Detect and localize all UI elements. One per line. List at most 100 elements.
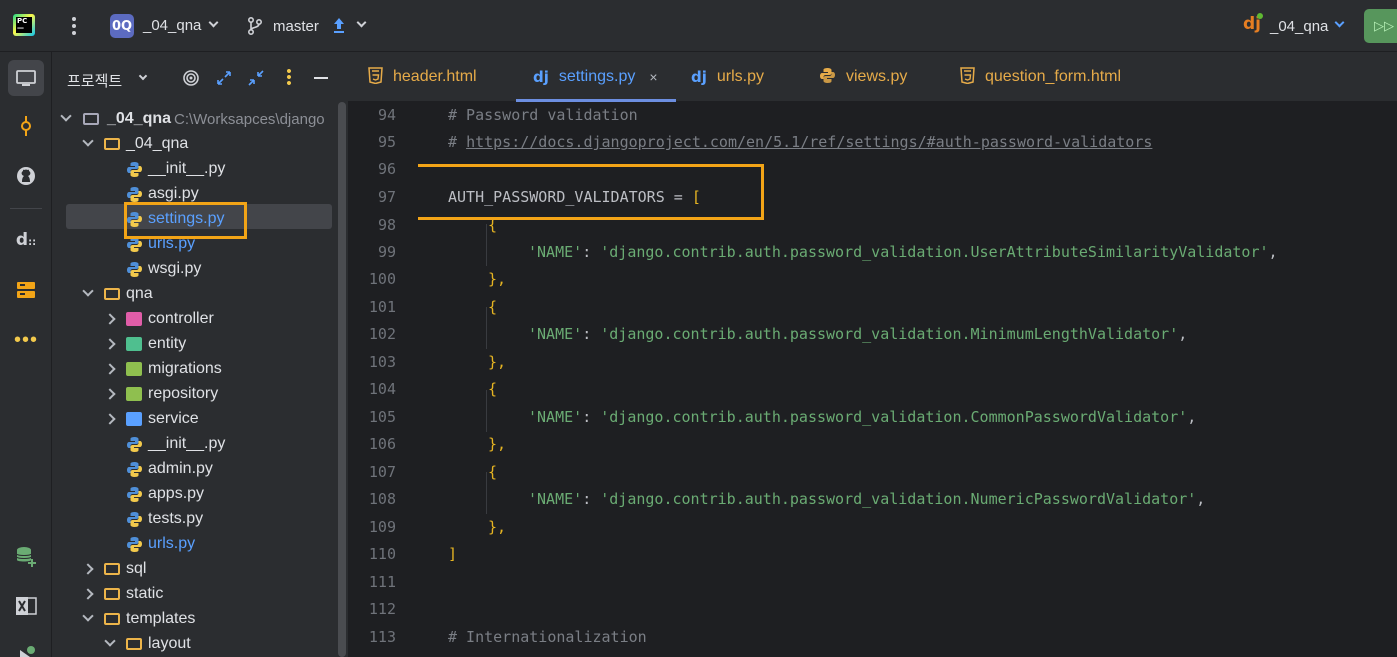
chevron-down-icon[interactable] bbox=[82, 285, 94, 297]
main-menu-icon[interactable] bbox=[66, 14, 82, 38]
chevron-right-icon[interactable] bbox=[82, 588, 94, 600]
tab-views-py[interactable]: views.py bbox=[819, 52, 907, 102]
code-line-94: # Password validation bbox=[448, 106, 638, 124]
indent-guide bbox=[486, 307, 487, 349]
tree-item[interactable]: repository bbox=[52, 382, 332, 407]
pycharm-logo-icon[interactable]: PC — bbox=[13, 14, 35, 36]
code-line-108: 'NAME': 'django.contrib.auth.password_va… bbox=[528, 490, 1206, 508]
chevron-down-icon[interactable] bbox=[1334, 17, 1345, 28]
tab-label: views.py bbox=[846, 68, 908, 85]
code-line-101: { bbox=[488, 298, 498, 316]
database-icon[interactable] bbox=[8, 538, 44, 574]
github-icon[interactable] bbox=[8, 158, 44, 194]
chevron-down-icon[interactable] bbox=[208, 17, 219, 28]
editor-tabs: header.html dj settings.py × dj urls.py … bbox=[348, 52, 1397, 102]
highlight-box bbox=[418, 164, 764, 220]
hide-panel-icon[interactable] bbox=[311, 68, 331, 88]
expand-all-icon[interactable] bbox=[214, 68, 234, 88]
tree-item[interactable]: migrations bbox=[52, 357, 332, 382]
tree-item[interactable]: tests.py bbox=[52, 507, 332, 532]
django-structure-icon[interactable]: d:: bbox=[8, 222, 44, 258]
tree-root[interactable]: _04_qna C:\Worksapces\django bbox=[52, 107, 348, 132]
tree-item-label: static bbox=[126, 585, 164, 602]
tree-item[interactable]: admin.py bbox=[52, 457, 332, 482]
run-icon[interactable] bbox=[8, 636, 44, 657]
chevron-down-icon[interactable] bbox=[82, 610, 94, 622]
divider bbox=[10, 208, 42, 209]
tree-item[interactable]: layout bbox=[52, 632, 332, 657]
folder-icon bbox=[83, 113, 99, 125]
python-file-icon bbox=[126, 511, 143, 528]
tree-item[interactable]: urls.py bbox=[52, 532, 332, 557]
tree-item[interactable]: entity bbox=[52, 332, 332, 357]
code-line-104: { bbox=[488, 380, 498, 398]
tree-item-label: layout bbox=[148, 635, 191, 652]
structure-icon[interactable] bbox=[8, 272, 44, 308]
tree-item[interactable]: static bbox=[52, 582, 332, 607]
close-icon[interactable]: × bbox=[649, 69, 657, 85]
run-config-selector[interactable]: _04_qna bbox=[1270, 18, 1328, 35]
highlight-box bbox=[124, 202, 247, 239]
chevron-down-icon[interactable] bbox=[104, 635, 116, 647]
chevron-right-icon[interactable] bbox=[82, 563, 94, 575]
line-number: 101 bbox=[368, 298, 396, 316]
package-icon bbox=[126, 337, 142, 351]
branch-selector[interactable]: master bbox=[273, 18, 319, 35]
folder-icon bbox=[104, 613, 120, 625]
tree-item[interactable]: templates bbox=[52, 607, 332, 632]
folder-icon bbox=[104, 588, 120, 600]
tree-item[interactable]: _04_qna bbox=[52, 132, 332, 157]
tree-item[interactable]: service bbox=[52, 407, 332, 432]
project-selector[interactable]: _04_qna bbox=[143, 17, 201, 34]
tree-item[interactable]: wsgi.py bbox=[52, 257, 332, 282]
chevron-right-icon[interactable] bbox=[104, 388, 116, 400]
line-number: 95 bbox=[377, 133, 396, 151]
chevron-down-icon[interactable] bbox=[138, 71, 148, 81]
excel-icon[interactable] bbox=[8, 588, 44, 624]
chevron-right-icon[interactable] bbox=[104, 338, 116, 350]
tree-item[interactable]: apps.py bbox=[52, 482, 332, 507]
chevron-right-icon[interactable] bbox=[104, 313, 116, 325]
line-number: 106 bbox=[368, 435, 396, 453]
tree-item[interactable]: __init__.py bbox=[52, 157, 332, 182]
scrollbar[interactable] bbox=[338, 102, 346, 657]
tab-urls-py[interactable]: dj urls.py bbox=[691, 52, 764, 102]
commit-icon[interactable] bbox=[8, 108, 44, 144]
root-label: _04_qna bbox=[107, 110, 172, 127]
chevron-down-icon[interactable] bbox=[60, 110, 72, 122]
code-line-100: }, bbox=[488, 270, 507, 288]
tree-item[interactable]: qna bbox=[52, 282, 332, 307]
tree-item[interactable]: __init__.py bbox=[52, 432, 332, 457]
django-icon: dj bbox=[533, 68, 549, 86]
chevron-right-icon[interactable] bbox=[104, 363, 116, 375]
code-editor[interactable]: # Password validation # https://docs.dja… bbox=[418, 102, 1397, 657]
tab-settings-py[interactable]: dj settings.py × bbox=[533, 52, 658, 102]
chevron-down-icon[interactable] bbox=[82, 135, 94, 147]
line-number: 97 bbox=[377, 188, 396, 206]
django-icon: dj bbox=[691, 68, 707, 86]
doc-link[interactable]: https://docs.djangoproject.com/en/5.1/re… bbox=[466, 133, 1152, 151]
folder-icon bbox=[104, 563, 120, 575]
package-icon bbox=[126, 362, 142, 376]
collapse-all-icon[interactable] bbox=[246, 68, 266, 88]
line-number: 110 bbox=[368, 545, 396, 563]
code-line-109: }, bbox=[488, 518, 507, 536]
code-line-102: 'NAME': 'django.contrib.auth.password_va… bbox=[528, 325, 1188, 343]
panel-title[interactable]: 프로젝트 bbox=[67, 70, 122, 91]
project-badge[interactable]: 0Q bbox=[110, 14, 134, 38]
tree-item-label: asgi.py bbox=[148, 185, 199, 202]
project-icon[interactable] bbox=[8, 60, 44, 96]
push-arrow-icon[interactable] bbox=[332, 16, 346, 34]
more-icon[interactable]: ••• bbox=[8, 322, 44, 358]
tree-item[interactable]: controller bbox=[52, 307, 332, 332]
chevron-right-icon[interactable] bbox=[104, 413, 116, 425]
options-icon[interactable]: • • • bbox=[279, 64, 299, 91]
chevron-down-icon[interactable] bbox=[356, 17, 367, 28]
code-line-113: # Internationalization bbox=[448, 628, 647, 646]
line-number: 107 bbox=[368, 463, 396, 481]
run-button[interactable]: ▷▷ bbox=[1364, 9, 1397, 43]
tab-header-html[interactable]: header.html bbox=[368, 52, 477, 102]
tab-question-form-html[interactable]: question_form.html bbox=[960, 52, 1121, 102]
tree-item[interactable]: sql bbox=[52, 557, 332, 582]
locate-icon[interactable] bbox=[181, 68, 201, 88]
